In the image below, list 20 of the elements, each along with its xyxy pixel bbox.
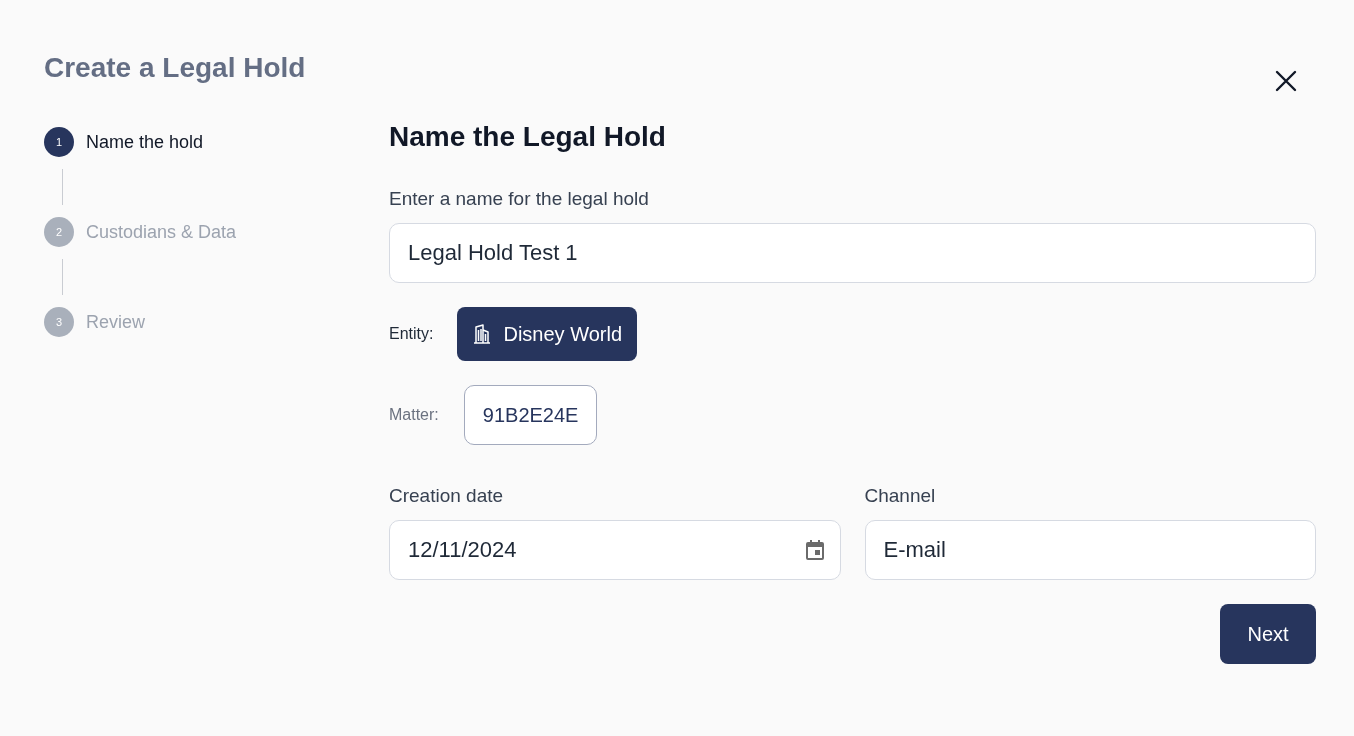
calendar-icon[interactable] (805, 540, 824, 560)
dialog-title: Create a Legal Hold (44, 51, 306, 85)
step-number: 1 (44, 127, 74, 157)
building-icon (473, 324, 492, 344)
matter-label: Matter: (389, 406, 439, 424)
entity-button[interactable]: Disney World (457, 307, 638, 361)
entity-label: Entity: (389, 325, 434, 343)
next-button[interactable]: Next (1220, 604, 1316, 664)
channel-input[interactable]: E-mail (864, 520, 1316, 580)
step-number: 2 (44, 217, 74, 247)
matter-button[interactable]: 91B2E24E (463, 385, 598, 445)
date-input[interactable]: 12/11/2024 (389, 520, 841, 580)
field-label: Enter a name for the legal hold (389, 187, 650, 211)
section-heading: Name the Legal Hold (389, 120, 667, 154)
field-label: Creation date (389, 484, 505, 508)
step-label[interactable]: Name the hold (86, 131, 204, 153)
close-icon (1275, 70, 1297, 92)
step-number: 3 (44, 307, 74, 337)
field-label: Channel (864, 484, 937, 508)
name-input[interactable]: Legal Hold Test 1 (389, 223, 1316, 283)
